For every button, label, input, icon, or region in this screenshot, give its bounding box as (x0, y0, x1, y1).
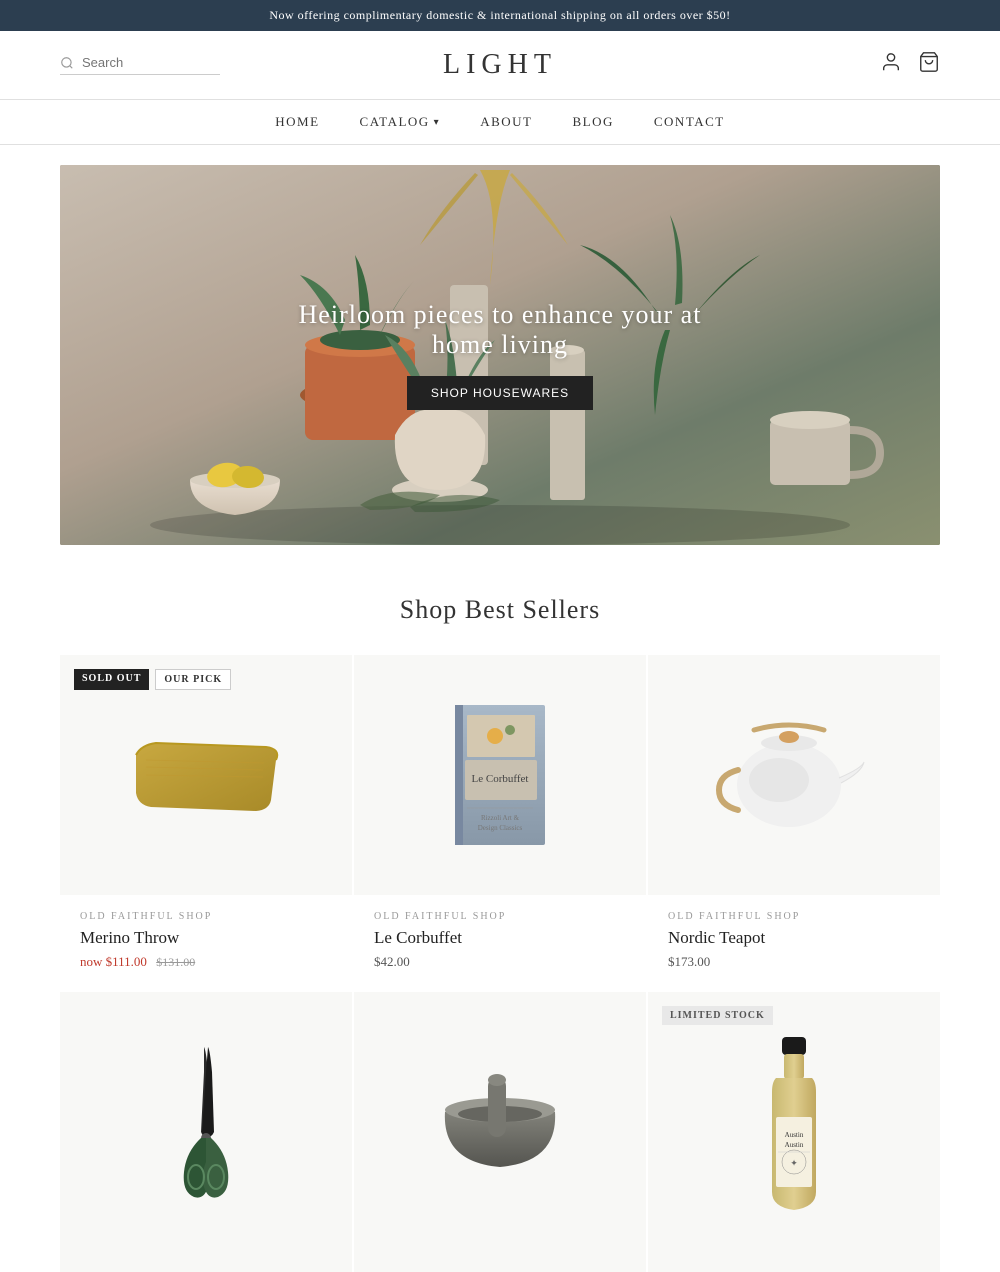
svg-text:Le Corbuffet: Le Corbuffet (472, 773, 529, 785)
product-image-area (60, 992, 352, 1272)
product-grid: SOLD OUT OUR PICK OLD FAITHFUL SHOP Me (60, 655, 940, 1272)
sold-out-badge: SOLD OUT (74, 669, 149, 690)
nav-item-catalog[interactable]: CATALOG ▾ (360, 114, 441, 130)
search-container[interactable] (60, 55, 220, 75)
product-card[interactable] (60, 992, 352, 1272)
search-icon (60, 56, 74, 70)
product-image-area: SOLD OUT OUR PICK (60, 655, 352, 895)
svg-text:Rizzoli Art &: Rizzoli Art & (481, 814, 520, 822)
hero-banner: Heirloom pieces to enhance your at home … (60, 165, 940, 545)
product-image-throw (126, 725, 286, 825)
product-badges: SOLD OUT OUR PICK (74, 669, 231, 690)
announcement-bar: Now offering complimentary domestic & in… (0, 0, 1000, 31)
cart-icon (918, 51, 940, 73)
product-card[interactable] (354, 992, 646, 1272)
hero-title: Heirloom pieces to enhance your at home … (280, 300, 720, 360)
limited-stock-badge: LIMITED STOCK (662, 1006, 773, 1025)
product-price: $42.00 (374, 954, 626, 970)
svg-text:Austin: Austin (785, 1141, 804, 1149)
product-brand: OLD FAITHFUL SHOP (374, 911, 626, 922)
best-sellers-title: Shop Best Sellers (0, 595, 1000, 625)
product-image-area: Le Corbuffet Rizzoli Art & Design Classi… (354, 655, 646, 895)
product-image-book: Le Corbuffet Rizzoli Art & Design Classi… (445, 700, 555, 850)
product-image-bottle: Austin Austin ✦ (754, 1032, 834, 1232)
svg-text:Design Classics: Design Classics (478, 824, 523, 832)
product-card[interactable]: OLD FAITHFUL SHOP Nordic Teapot $173.00 (648, 655, 940, 990)
search-input[interactable] (82, 55, 202, 70)
account-button[interactable] (880, 51, 902, 79)
our-pick-badge: OUR PICK (155, 669, 231, 690)
product-name: Le Corbuffet (374, 928, 626, 948)
site-logo[interactable]: LIGHT (220, 49, 780, 81)
product-card[interactable]: LIMITED STOCK Austin (648, 992, 940, 1272)
product-price: $173.00 (668, 954, 920, 970)
nav-item-home[interactable]: HOME (275, 114, 319, 130)
svg-text:Austin: Austin (785, 1131, 804, 1139)
announcement-text: Now offering complimentary domestic & in… (269, 8, 730, 22)
product-card[interactable]: SOLD OUT OUR PICK OLD FAITHFUL SHOP Me (60, 655, 352, 990)
header: LIGHT (0, 31, 1000, 99)
chevron-down-icon: ▾ (434, 117, 441, 128)
header-actions (780, 51, 940, 79)
product-badges: LIMITED STOCK (662, 1006, 773, 1025)
hero-content: Heirloom pieces to enhance your at home … (280, 300, 720, 410)
product-brand: OLD FAITHFUL SHOP (80, 911, 332, 922)
nav-item-blog[interactable]: BLOG (572, 114, 613, 130)
account-icon (880, 51, 902, 73)
sale-price: now $111.00 (80, 954, 147, 969)
product-info: OLD FAITHFUL SHOP Nordic Teapot $173.00 (648, 895, 940, 990)
main-nav: HOME CATALOG ▾ ABOUT BLOG CONTACT (0, 99, 1000, 145)
product-name: Merino Throw (80, 928, 332, 948)
svg-text:✦: ✦ (790, 1158, 798, 1168)
product-image-area: LIMITED STOCK Austin (648, 992, 940, 1272)
product-name: Nordic Teapot (668, 928, 920, 948)
product-image-mortar (430, 1072, 570, 1192)
product-info: OLD FAITHFUL SHOP Merino Throw now $111.… (60, 895, 352, 990)
product-brand: OLD FAITHFUL SHOP (668, 911, 920, 922)
product-price: now $111.00 $131.00 (80, 954, 332, 970)
nav-item-contact[interactable]: CONTACT (654, 114, 725, 130)
regular-price: $173.00 (668, 954, 710, 969)
nav-item-about[interactable]: ABOUT (480, 114, 532, 130)
product-image-area (354, 992, 646, 1272)
original-price: $131.00 (156, 955, 195, 969)
product-image-teapot (714, 710, 874, 840)
product-card[interactable]: Le Corbuffet Rizzoli Art & Design Classi… (354, 655, 646, 990)
product-image-area (648, 655, 940, 895)
product-info: OLD FAITHFUL SHOP Le Corbuffet $42.00 (354, 895, 646, 990)
regular-price: $42.00 (374, 954, 410, 969)
product-image-scissors (166, 1042, 246, 1222)
hero-cta-button[interactable]: Shop housewares (407, 376, 593, 410)
cart-button[interactable] (918, 51, 940, 79)
